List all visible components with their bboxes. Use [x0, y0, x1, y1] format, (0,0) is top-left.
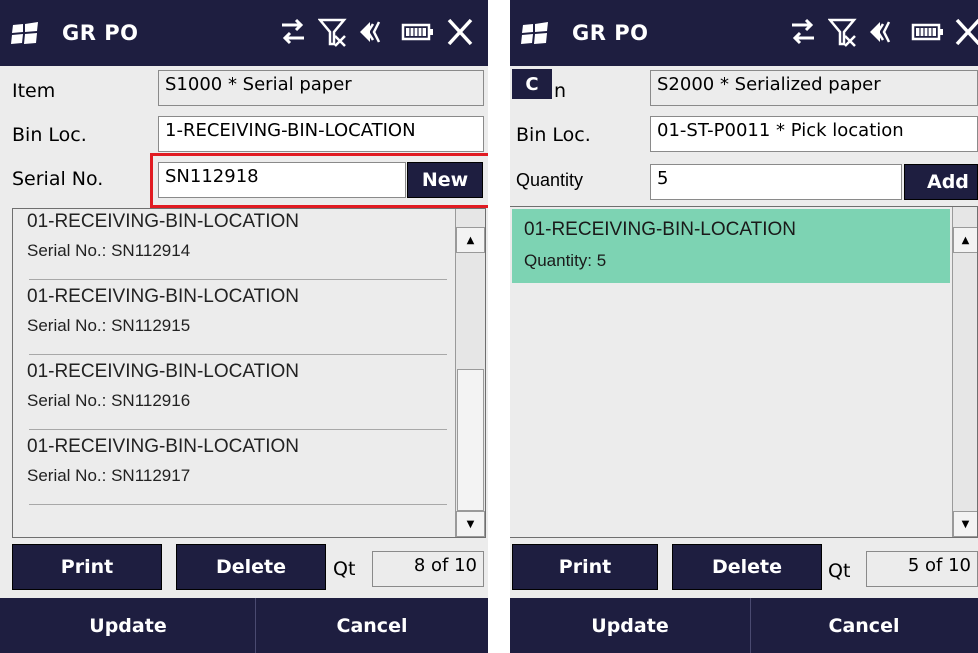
- list-item-serial: Serial No.: SN112916: [27, 391, 191, 410]
- windows-logo-icon[interactable]: [10, 22, 42, 46]
- bottom-action-bar: Update Cancel: [0, 598, 488, 653]
- scroll-down-arrow-icon[interactable]: ▼: [953, 511, 977, 537]
- qt-field: 5 of 10: [866, 551, 978, 587]
- list-item-serial: Serial No.: SN112914: [27, 241, 191, 260]
- panel-gap: [488, 0, 510, 653]
- quantity-input[interactable]: 5: [650, 164, 902, 200]
- windows-logo-icon[interactable]: [520, 22, 552, 46]
- c-badge[interactable]: C: [512, 69, 552, 99]
- update-button[interactable]: Update: [0, 598, 256, 653]
- highlight-frame: [150, 153, 488, 208]
- list-item[interactable]: 01-RECEIVING-BIN-LOCATION Serial No.: SN…: [13, 355, 455, 430]
- quantity-label: Quantity: [516, 170, 584, 190]
- scroll-up-arrow-icon[interactable]: ▲: [456, 227, 485, 253]
- signal-off-icon: [318, 18, 347, 47]
- sync-arrows-icon: [792, 18, 814, 45]
- bin-location-field[interactable]: 01-ST-P0011 * Pick location: [650, 116, 978, 152]
- bin-list[interactable]: 01-RECEIVING-BIN-LOCATION Quantity: 5 ▲ …: [510, 206, 978, 538]
- cancel-button[interactable]: Cancel: [256, 598, 488, 653]
- bottom-action-bar: Update Cancel: [510, 598, 978, 653]
- item-field: S2000 * Serialized paper: [650, 70, 978, 106]
- title-bar: GR PO: [0, 0, 488, 66]
- volume-icon: [360, 21, 381, 43]
- cancel-button[interactable]: Cancel: [750, 598, 978, 653]
- list-item-serial: Serial No.: SN112917: [27, 466, 191, 485]
- bin-location-label: Bin Loc.: [12, 124, 87, 146]
- vertical-scrollbar[interactable]: ▲ ▼: [455, 209, 485, 537]
- qt-field: 8 of 10: [372, 551, 484, 587]
- list-item-bin: 01-RECEIVING-BIN-LOCATION: [27, 436, 300, 457]
- close-icon[interactable]: [444, 16, 476, 48]
- bin-location-label: Bin Loc.: [516, 124, 591, 146]
- list-item-selected[interactable]: 01-RECEIVING-BIN-LOCATION Quantity: 5: [512, 209, 950, 283]
- bin-location-field[interactable]: 1-RECEIVING-BIN-LOCATION: [158, 116, 484, 152]
- sync-arrows-icon: [282, 18, 304, 45]
- battery-icon: [911, 23, 943, 41]
- list-item-bin: 01-RECEIVING-BIN-LOCATION: [27, 286, 300, 307]
- list-item[interactable]: 01-RECEIVING-BIN-LOCATION Serial No.: SN…: [13, 430, 455, 505]
- scroll-thumb[interactable]: [457, 369, 484, 511]
- delete-button[interactable]: Delete: [176, 544, 326, 590]
- vertical-scrollbar[interactable]: ▲ ▼: [952, 207, 977, 537]
- battery-icon: [401, 23, 433, 41]
- scroll-down-arrow-icon[interactable]: ▼: [456, 511, 485, 537]
- serial-list[interactable]: 01-RECEIVING-BIN-LOCATION Serial No.: SN…: [12, 208, 486, 538]
- list-item-bin: 01-RECEIVING-BIN-LOCATION: [27, 361, 300, 382]
- left-screen: GR PO Item S1000 * Serial paper Bin Loc.…: [0, 0, 488, 653]
- scroll-up-arrow-icon[interactable]: ▲: [953, 227, 977, 253]
- delete-button[interactable]: Delete: [672, 544, 822, 590]
- serial-no-label: Serial No.: [12, 168, 104, 190]
- list-item-serial: Serial No.: SN112915: [27, 316, 191, 335]
- print-button[interactable]: Print: [12, 544, 162, 590]
- list-item[interactable]: 01-RECEIVING-BIN-LOCATION Serial No.: SN…: [13, 280, 455, 355]
- add-button[interactable]: Add: [904, 164, 978, 200]
- list-item-bin: 01-RECEIVING-BIN-LOCATION: [27, 211, 300, 232]
- app-title: GR PO: [572, 21, 649, 45]
- item-field: S1000 * Serial paper: [158, 70, 484, 106]
- list-item-bin: 01-RECEIVING-BIN-LOCATION: [524, 219, 797, 240]
- volume-icon: [870, 21, 891, 43]
- item-label: Item: [12, 80, 56, 102]
- signal-off-icon: [828, 18, 857, 47]
- list-item-quantity: Quantity: 5: [524, 251, 607, 270]
- qt-label: Qt: [333, 558, 356, 580]
- qt-label: Qt: [828, 560, 851, 582]
- title-bar: GR PO: [510, 0, 978, 66]
- item-label: n: [554, 80, 567, 102]
- print-button[interactable]: Print: [512, 544, 658, 590]
- right-screen: GR PO C n S2000 * Serialized paper Bin L…: [510, 0, 978, 653]
- row-divider: [29, 504, 447, 505]
- app-title: GR PO: [62, 21, 139, 45]
- close-icon[interactable]: [952, 16, 978, 48]
- update-button[interactable]: Update: [510, 598, 750, 653]
- list-item[interactable]: 01-RECEIVING-BIN-LOCATION Serial No.: SN…: [13, 209, 455, 280]
